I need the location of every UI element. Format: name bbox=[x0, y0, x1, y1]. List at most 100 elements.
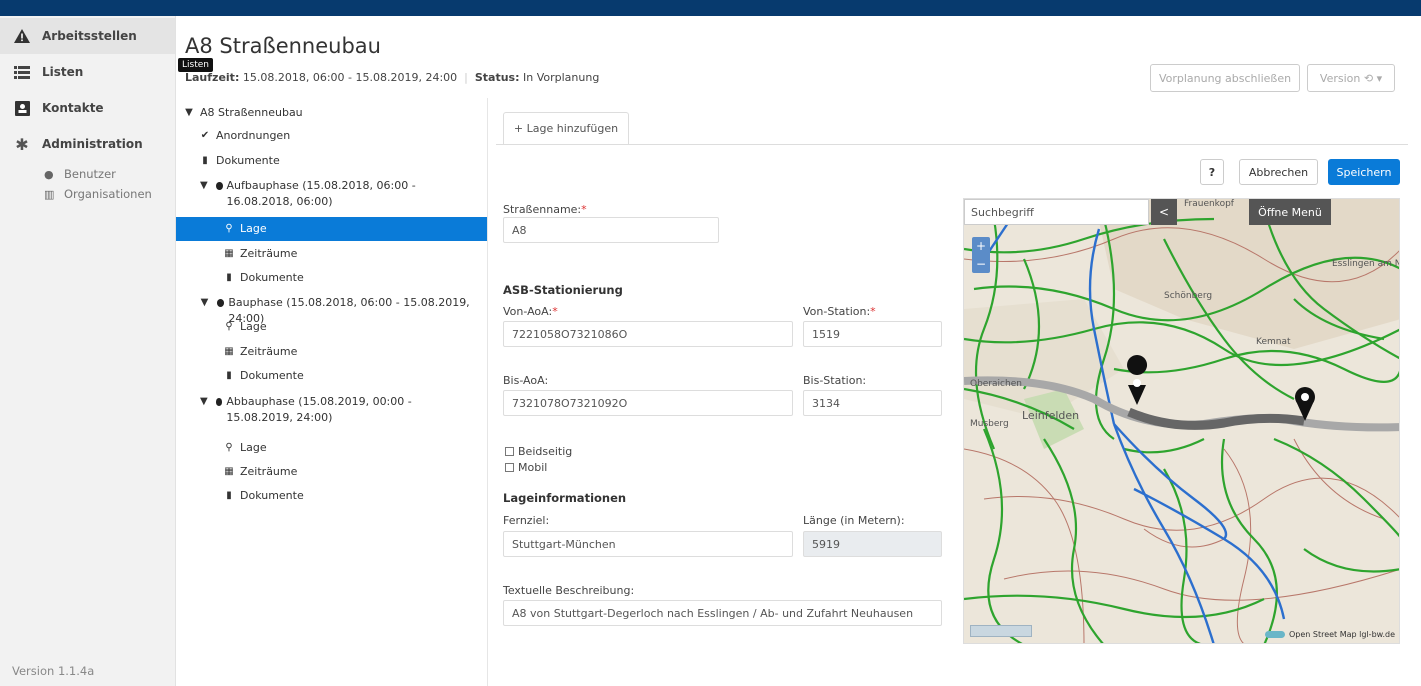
tree-item-label: Zeiträume bbox=[240, 247, 298, 260]
checkbox-box[interactable] bbox=[505, 463, 514, 472]
phase-dot bbox=[215, 182, 223, 190]
tree-item-label: Dokumente bbox=[240, 489, 304, 502]
tree-item-label: Anordnungen bbox=[216, 129, 291, 142]
tree-item-lage-selected[interactable]: ⚲ Lage bbox=[176, 217, 487, 241]
tree-item-zeitraeume[interactable]: ▦ Zeiträume bbox=[222, 464, 533, 480]
required-mark: * bbox=[870, 305, 876, 318]
von-aoa-label: Von-AoA:* bbox=[503, 305, 558, 318]
check-circle-icon: ✔ bbox=[200, 130, 210, 141]
bis-station-input[interactable]: 3134 bbox=[803, 390, 942, 416]
map-place-label: Esslingen am N bbox=[1332, 259, 1400, 269]
laenge-input: 5919 bbox=[803, 531, 942, 557]
tree-item-zeitraeume[interactable]: ▦ Zeiträume bbox=[222, 344, 533, 360]
tree-item-label: Dokumente bbox=[240, 271, 304, 284]
map-marker-icon: ⚲ bbox=[225, 442, 233, 453]
sidebar-item-administration[interactable]: ✱ Administration bbox=[0, 126, 175, 162]
sidebar-item-listen[interactable]: Listen bbox=[0, 54, 175, 90]
tree-item-lage[interactable]: ⚲ Lage bbox=[222, 319, 533, 335]
sidebar-subitem-organisationen[interactable]: ▥ Organisationen bbox=[0, 184, 175, 204]
bis-aoa-label: Bis-AoA: bbox=[503, 374, 549, 387]
tree-item-zeitraeume[interactable]: ▦ Zeiträume bbox=[222, 246, 533, 262]
file-icon: ▮ bbox=[226, 272, 232, 283]
version-dropdown-button[interactable]: Version ⟲ ▾ bbox=[1307, 64, 1395, 92]
label-text: Von-Station: bbox=[803, 305, 871, 318]
tree-item-label: Lage bbox=[240, 441, 267, 454]
tree-item-dokumente[interactable]: ▮ Dokumente bbox=[222, 488, 533, 504]
label-text: Straßenname: bbox=[503, 203, 582, 216]
checkbox-box[interactable] bbox=[505, 447, 514, 456]
gear-icon: ✱ bbox=[15, 134, 29, 154]
tree-item-label: Dokumente bbox=[240, 369, 304, 382]
map-place-label: Frauenkopf bbox=[1184, 199, 1234, 209]
sidebar-item-kontakte[interactable]: Kontakte bbox=[0, 90, 175, 126]
contact-card-icon bbox=[12, 100, 32, 116]
map-attribution-logo bbox=[1264, 631, 1285, 638]
tree-item-lage[interactable]: ⚲ Lage bbox=[222, 440, 533, 456]
required-mark: * bbox=[581, 203, 587, 216]
cancel-button[interactable]: Abbrechen bbox=[1239, 159, 1318, 185]
tree-item-abbauphase[interactable]: ▼ Abbauphase (15.08.2019, 00:00 - 15.08.… bbox=[198, 394, 473, 426]
beschreibung-input[interactable]: A8 von Stuttgart-Degerloch nach Esslinge… bbox=[503, 600, 942, 626]
phase-dot bbox=[215, 398, 223, 406]
map-place-label: Schönberg bbox=[1164, 291, 1213, 301]
beschreibung-label: Textuelle Beschreibung: bbox=[503, 584, 635, 597]
file-icon: ▮ bbox=[226, 490, 232, 501]
tooltip: Listen bbox=[178, 58, 213, 72]
map-menu-button[interactable]: Öffne Menü bbox=[1249, 199, 1331, 225]
save-button[interactable]: Speichern bbox=[1328, 159, 1400, 185]
tree-item-dokumente[interactable]: ▮ Dokumente bbox=[222, 270, 533, 286]
map-place-label: Oberaichen bbox=[970, 379, 1022, 389]
calendar-icon: ▦ bbox=[224, 346, 234, 357]
map-zoom-control[interactable]: + − bbox=[972, 237, 990, 273]
zoom-in-icon[interactable]: + bbox=[972, 237, 990, 255]
map-attribution: Open Street Map lgl-bw.de bbox=[1264, 630, 1395, 639]
map-marker-icon: ⚲ bbox=[225, 321, 233, 332]
meta-line: Laufzeit: 15.08.2018, 06:00 - 15.08.2019… bbox=[185, 71, 600, 84]
sidebar-item-arbeitsstellen[interactable]: Arbeitsstellen bbox=[0, 18, 175, 54]
sidebar-subitem-benutzer[interactable]: ● Benutzer bbox=[0, 164, 175, 184]
zoom-out-icon[interactable]: − bbox=[972, 255, 990, 273]
tree-item-anordnungen[interactable]: ✔ Anordnungen bbox=[198, 128, 509, 144]
warning-icon bbox=[12, 28, 32, 44]
von-station-input[interactable]: 1519 bbox=[803, 321, 942, 347]
bis-station-label: Bis-Station: bbox=[803, 374, 867, 387]
sidebar-subitem-label: Benutzer bbox=[64, 167, 116, 181]
chevron-down-icon: ▼ bbox=[200, 396, 208, 407]
strassenname-input[interactable]: A8 bbox=[503, 217, 719, 243]
bis-aoa-input[interactable]: 7321078O7321092O bbox=[503, 390, 793, 416]
help-button[interactable]: ? bbox=[1200, 159, 1224, 185]
page-title: A8 Straßenneubau bbox=[185, 34, 381, 58]
file-icon: ▮ bbox=[226, 370, 232, 381]
beidseitig-checkbox[interactable]: Beidseitig bbox=[505, 445, 572, 458]
tree-item-label: Lage bbox=[240, 320, 267, 333]
user-icon: ● bbox=[44, 167, 54, 181]
tree-item-dokumente[interactable]: ▮ Dokumente bbox=[222, 368, 533, 384]
checkbox-label: Beidseitig bbox=[518, 445, 573, 458]
lageinfo-section-title: Lageinformationen bbox=[503, 491, 627, 505]
tree-item-label: Aufbauphase (15.08.2018, 06:00 - 16.08.2… bbox=[226, 179, 416, 208]
tree-item-label: A8 Straßenneubau bbox=[200, 106, 303, 119]
map-back-button[interactable]: < bbox=[1151, 199, 1177, 225]
tab-divider bbox=[496, 144, 1408, 145]
tree-item-label: Lage bbox=[240, 222, 267, 235]
asb-section-title: ASB-Stationierung bbox=[503, 283, 623, 297]
mobil-checkbox[interactable]: Mobil bbox=[505, 461, 547, 474]
phase-dot bbox=[216, 299, 225, 307]
tree-item-dokumente[interactable]: ▮ Dokumente bbox=[198, 153, 509, 169]
vorplanung-abschliessen-button[interactable]: Vorplanung abschließen bbox=[1150, 64, 1300, 92]
status-label: Status: bbox=[474, 71, 520, 84]
map-place-label: Kemnat bbox=[1256, 337, 1291, 347]
tree-item-aufbauphase[interactable]: ▼ Aufbauphase (15.08.2018, 06:00 - 16.08… bbox=[198, 178, 478, 210]
tree-item-root[interactable]: ▼ A8 Straßenneubau bbox=[182, 105, 493, 121]
tab-lage-hinzufuegen[interactable]: + Lage hinzufügen bbox=[503, 112, 629, 144]
fernziel-input[interactable]: Stuttgart-München bbox=[503, 531, 793, 557]
sidebar-subitem-label: Organisationen bbox=[64, 187, 152, 201]
building-icon: ▥ bbox=[44, 187, 55, 201]
sidebar-item-label: Kontakte bbox=[42, 101, 104, 115]
map-search-input[interactable]: Suchbegriff bbox=[964, 199, 1149, 225]
sidebar-item-label: Arbeitsstellen bbox=[42, 29, 137, 43]
von-station-label: Von-Station:* bbox=[803, 305, 876, 318]
calendar-icon: ▦ bbox=[224, 466, 234, 477]
map-view[interactable]: Leinfelden Musberg Oberaichen Frauenkopf… bbox=[963, 198, 1400, 644]
von-aoa-input[interactable]: 7221058O7321086O bbox=[503, 321, 793, 347]
